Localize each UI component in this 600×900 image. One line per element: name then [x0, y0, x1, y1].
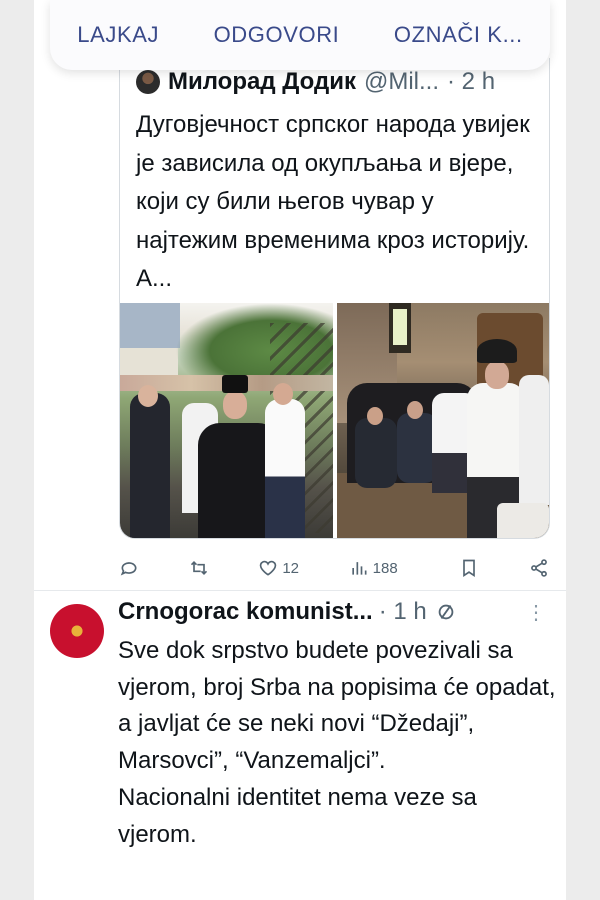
heart-icon	[260, 560, 277, 576]
context-menu: LAJKAJ ODGOVORI OZNAČI K...	[50, 0, 550, 70]
like-button[interactable]: 12	[258, 558, 299, 578]
bookmark-button[interactable]	[459, 558, 479, 578]
reply-time: · 1 h	[378, 598, 427, 625]
comment-icon	[120, 562, 137, 576]
quoted-author-name[interactable]: Милорад Додик	[168, 68, 356, 96]
menu-item-like[interactable]: LAJKAJ	[77, 22, 159, 48]
reply-author-name[interactable]: Crnogorac komunist...	[118, 598, 373, 626]
reply-header: Crnogorac komunist... · 1 h ⋮	[118, 598, 548, 626]
reply-author-avatar[interactable]	[50, 604, 104, 658]
like-count: 12	[282, 559, 299, 577]
edited-icon	[435, 601, 457, 623]
reply-button[interactable]	[119, 558, 139, 578]
quoted-author-avatar[interactable]	[136, 70, 160, 94]
view-count: 188	[372, 559, 398, 577]
quoted-tweet-time: · 2 h	[447, 68, 496, 95]
quoted-tweet-media	[120, 303, 549, 538]
share-button[interactable]	[529, 558, 549, 578]
tweet-divider	[34, 590, 566, 591]
photo-procession[interactable]	[120, 303, 333, 538]
views-chart-icon	[351, 562, 367, 575]
menu-item-reply[interactable]: ODGOVORI	[214, 22, 340, 48]
more-options-icon[interactable]: ⋮	[526, 600, 546, 625]
retweet-button[interactable]	[189, 558, 209, 578]
reply-text: Sve dok srpstvo budete povezivali sa vje…	[118, 637, 556, 848]
bookmark-icon	[463, 559, 476, 578]
photo-church-interior[interactable]	[336, 303, 549, 538]
retweet-icon	[190, 560, 207, 576]
quoted-tweet-card[interactable]: Милорад Додик @Mil... · 2 h Дуговјечност…	[119, 58, 550, 539]
quoted-tweet-text: Дуговјечност српског народа увијек је за…	[136, 111, 530, 292]
share-icon	[531, 559, 547, 577]
menu-item-mark[interactable]: OZNAČI K...	[394, 22, 523, 48]
tweet-action-bar: 12 188	[119, 556, 549, 580]
views-button[interactable]: 188	[349, 558, 398, 578]
quoted-author-handle: @Mil...	[363, 68, 440, 95]
quoted-tweet-header: Милорад Додик @Mil... · 2 h	[136, 68, 495, 96]
